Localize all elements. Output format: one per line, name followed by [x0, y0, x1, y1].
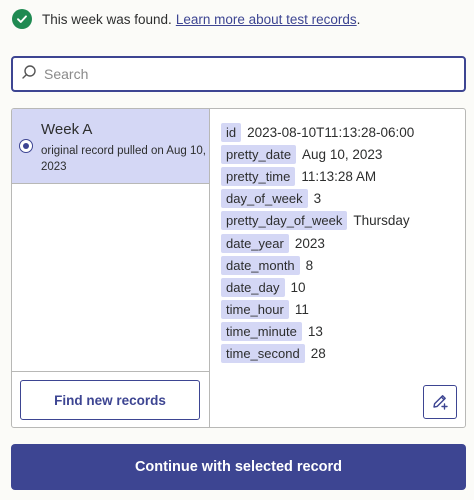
records-panel: Week A original record pulled on Aug 10,… — [11, 108, 466, 428]
field-key: pretty_time — [221, 166, 296, 186]
edit-record-button[interactable] — [423, 385, 457, 419]
field-row-id: id 2023-08-10T11:13:28-06:00 — [221, 121, 414, 143]
record-item-week-a[interactable]: Week A original record pulled on Aug 10,… — [12, 109, 209, 184]
field-value: 8 — [305, 257, 314, 273]
record-list: Week A original record pulled on Aug 10,… — [12, 109, 210, 427]
field-row-date-year: date_year 2023 — [221, 232, 414, 254]
field-key: date_day — [221, 277, 285, 297]
field-value: 13 — [307, 324, 323, 340]
field-row-time-second: time_second 28 — [221, 343, 414, 365]
field-key: time_hour — [221, 300, 289, 320]
field-key: id — [221, 122, 242, 142]
field-key: pretty_day_of_week — [221, 211, 348, 231]
pencil-plus-icon — [431, 392, 449, 413]
field-key: date_month — [221, 255, 300, 275]
field-row-pretty-time: pretty_time 11:13:28 AM — [221, 165, 414, 187]
search-box[interactable] — [11, 56, 466, 92]
field-key: time_second — [221, 344, 305, 364]
learn-more-link[interactable]: Learn more about test records — [176, 12, 357, 27]
field-value: 3 — [313, 191, 322, 207]
record-details: id 2023-08-10T11:13:28-06:00 pretty_date Au… — [211, 109, 465, 427]
field-row-time-minute: time_minute 13 — [221, 321, 414, 343]
notice-period: . — [356, 11, 361, 27]
notice-message: This week was found. — [42, 11, 172, 27]
field-value: 2023-08-10T11:13:28-06:00 — [247, 124, 415, 140]
check-circle-icon — [12, 9, 32, 29]
field-key: time_minute — [221, 322, 302, 342]
field-row-pretty-day-of-week: pretty_day_of_week Thursday — [221, 210, 414, 232]
field-value: 10 — [290, 279, 306, 295]
field-row-pretty-date: pretty_date Aug 10, 2023 — [221, 143, 414, 165]
field-value: 2023 — [294, 235, 325, 251]
field-value: Thursday — [353, 213, 410, 229]
field-value: 11:13:28 AM — [301, 168, 377, 184]
field-value: 11 — [294, 302, 309, 318]
search-input[interactable] — [44, 66, 444, 82]
record-radio-selected[interactable] — [19, 139, 33, 153]
success-notice: This week was found. Learn more about te… — [12, 8, 360, 30]
field-row-date-day: date_day 10 — [221, 276, 414, 298]
field-key: pretty_date — [221, 144, 297, 164]
field-row-day-of-week: day_of_week 3 — [221, 188, 414, 210]
search-icon — [21, 64, 37, 85]
field-key: day_of_week — [221, 189, 308, 209]
record-fields: id 2023-08-10T11:13:28-06:00 pretty_date Au… — [221, 121, 414, 365]
field-key: date_year — [221, 233, 289, 253]
field-row-date-month: date_month 8 — [221, 254, 414, 276]
record-title: Week A — [41, 121, 93, 138]
find-new-records-button[interactable]: Find new records — [20, 380, 200, 420]
field-value: 28 — [310, 346, 326, 362]
record-subtitle: original record pulled on Aug 10, 2023 — [41, 145, 206, 173]
continue-with-selected-record-button[interactable]: Continue with selected record — [11, 444, 466, 490]
field-row-time-hour: time_hour 11 — [221, 299, 414, 321]
field-value: Aug 10, 2023 — [302, 146, 383, 162]
record-list-footer: Find new records — [12, 371, 209, 427]
